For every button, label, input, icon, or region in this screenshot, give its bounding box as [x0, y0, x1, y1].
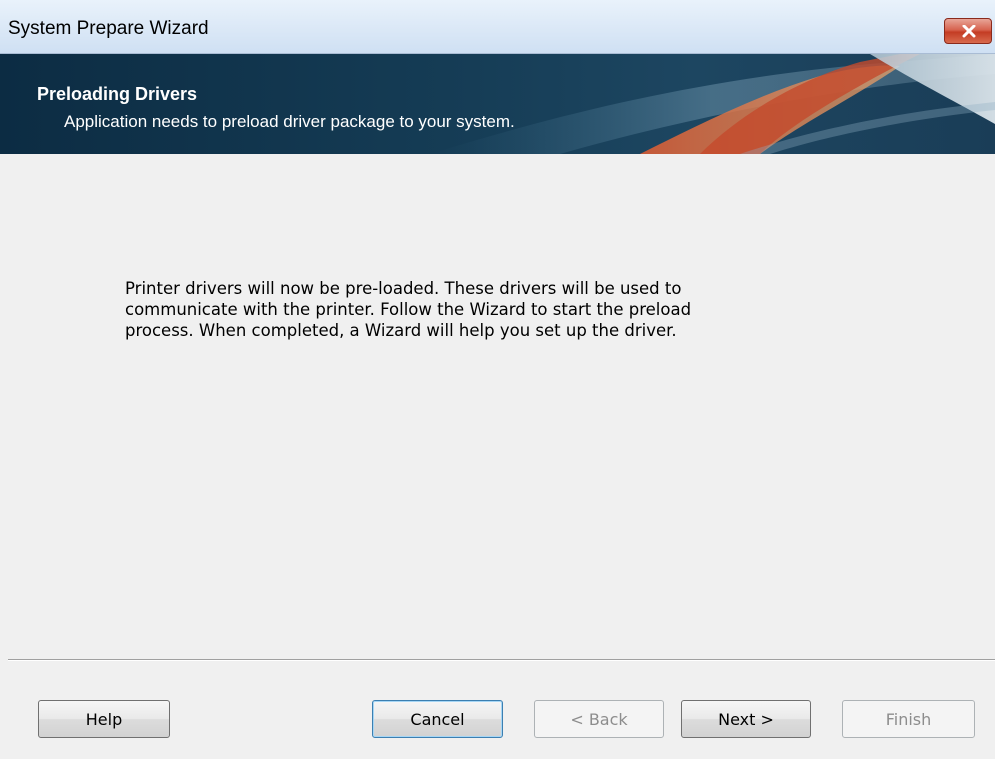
next-button[interactable]: Next >: [681, 700, 811, 738]
header-title: Preloading Drivers: [37, 84, 198, 104]
finish-button[interactable]: Finish: [842, 700, 975, 738]
header-banner: Preloading Drivers Application needs to …: [0, 54, 995, 154]
close-icon: [962, 25, 976, 38]
instructions-line: process. When completed, a Wizard will h…: [125, 321, 677, 340]
cancel-button[interactable]: Cancel: [372, 700, 503, 738]
back-button[interactable]: < Back: [534, 700, 664, 738]
help-button[interactable]: Help: [38, 700, 170, 738]
footer-separator: [8, 659, 995, 661]
header-subtitle: Application needs to preload driver pack…: [64, 112, 515, 131]
instructions-text: Printer drivers will now be pre-loaded. …: [125, 278, 825, 341]
title-bar[interactable]: System Prepare Wizard: [0, 0, 995, 54]
wizard-window: System Prepare Wizard Preloading Drivers…: [0, 0, 995, 759]
close-button[interactable]: [944, 18, 992, 44]
window-title: System Prepare Wizard: [8, 18, 209, 39]
instructions-line: communicate with the printer. Follow the…: [125, 300, 692, 319]
instructions-line: Printer drivers will now be pre-loaded. …: [125, 279, 682, 298]
